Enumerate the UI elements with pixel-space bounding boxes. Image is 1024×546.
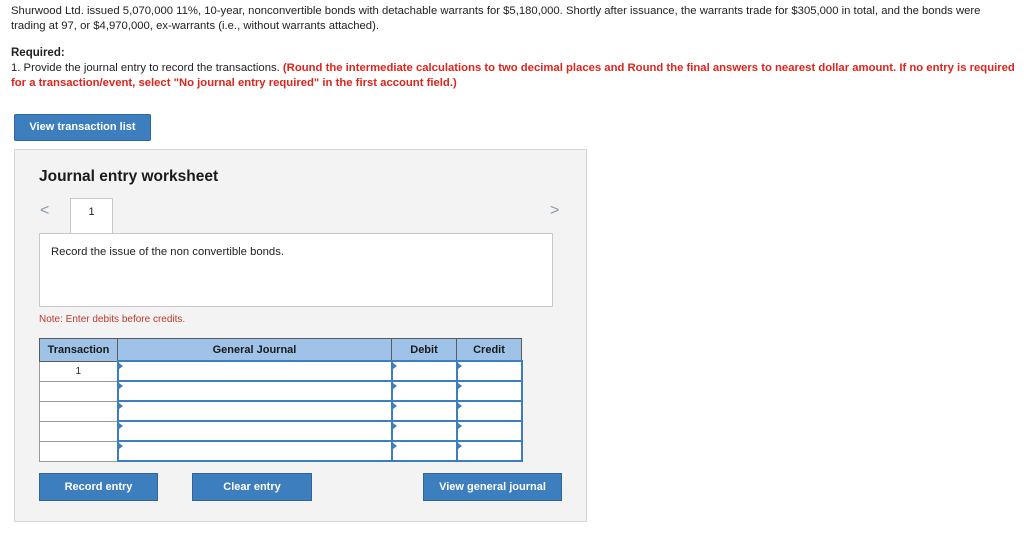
tab-1[interactable]: 1 xyxy=(70,198,113,234)
required-item: 1. Provide the journal entry to record t… xyxy=(11,61,1019,91)
journal-entry-worksheet-panel: Journal entry worksheet < > 1 Record the… xyxy=(14,149,587,522)
credit-input[interactable] xyxy=(455,440,523,462)
journal-table: Transaction General Journal Debit Credit… xyxy=(39,338,523,462)
transaction-description: Record the issue of the non convertible … xyxy=(51,246,284,258)
transaction-cell xyxy=(39,400,118,422)
transaction-cell xyxy=(39,440,118,462)
account-input[interactable] xyxy=(116,420,393,442)
debit-input[interactable] xyxy=(390,380,458,402)
record-entry-button[interactable]: Record entry xyxy=(39,473,158,501)
required-heading: Required: xyxy=(11,47,65,59)
account-input[interactable] xyxy=(116,380,393,402)
table-row xyxy=(39,380,523,402)
table-header-row: Transaction General Journal Debit Credit xyxy=(39,338,522,362)
credit-header: Credit xyxy=(456,338,522,362)
credit-input[interactable] xyxy=(455,420,523,442)
required-item-text: 1. Provide the journal entry to record t… xyxy=(11,62,280,74)
credit-input[interactable] xyxy=(455,400,523,422)
chevron-left-icon[interactable]: < xyxy=(40,202,49,220)
table-row xyxy=(39,440,523,462)
transaction-description-box: Record the issue of the non convertible … xyxy=(39,233,553,307)
transaction-cell: 1 xyxy=(39,360,118,382)
debit-input[interactable] xyxy=(390,400,458,422)
credit-input[interactable] xyxy=(455,360,523,382)
debit-input[interactable] xyxy=(390,360,458,382)
table-row xyxy=(39,400,523,422)
clear-entry-button[interactable]: Clear entry xyxy=(192,473,312,501)
account-input[interactable] xyxy=(116,440,393,462)
debit-input[interactable] xyxy=(390,420,458,442)
worksheet-title: Journal entry worksheet xyxy=(39,168,219,185)
debits-credits-note: Note: Enter debits before credits. xyxy=(39,314,186,325)
transaction-cell xyxy=(39,420,118,442)
debit-header: Debit xyxy=(391,338,457,362)
table-row: 1 xyxy=(39,360,523,382)
account-input[interactable] xyxy=(116,360,393,382)
view-general-journal-button[interactable]: View general journal xyxy=(423,473,562,501)
debit-input[interactable] xyxy=(390,440,458,462)
table-row xyxy=(39,420,523,442)
account-input[interactable] xyxy=(116,400,393,422)
transaction-header: Transaction xyxy=(39,338,118,362)
general-journal-header: General Journal xyxy=(117,338,392,362)
problem-statement: Shurwood Ltd. issued 5,070,000 11%, 10-y… xyxy=(11,5,981,32)
credit-input[interactable] xyxy=(455,380,523,402)
transaction-cell xyxy=(39,380,118,402)
view-transaction-list-button[interactable]: View transaction list xyxy=(14,114,151,141)
chevron-right-icon[interactable]: > xyxy=(550,202,559,220)
